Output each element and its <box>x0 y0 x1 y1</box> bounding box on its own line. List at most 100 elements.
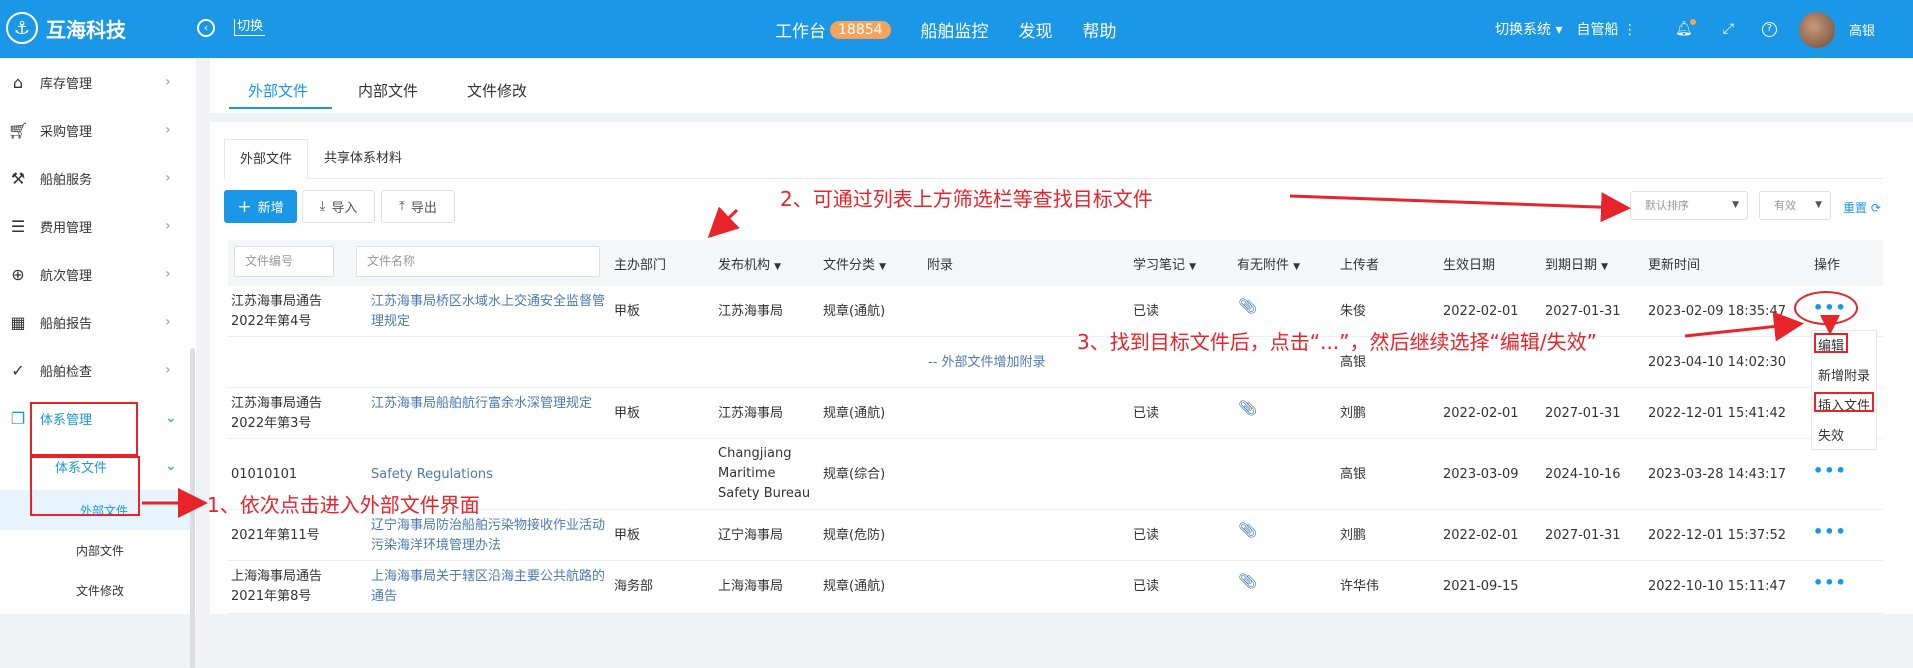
refresh-icon: ⟳ <box>1870 201 1881 215</box>
col-notes[interactable]: 学习笔记 ▼ <box>1133 254 1196 273</box>
user-name[interactable]: 高银 <box>1849 20 1875 39</box>
uploader: 刘鹏 <box>1340 528 1367 543</box>
uploader: 高银 <box>1340 467 1367 482</box>
col-category-label: 文件分类 <box>823 258 876 273</box>
org: 江苏海事局 <box>718 406 784 421</box>
file-name-link[interactable]: Safety Regulations <box>371 465 493 485</box>
bell-icon[interactable]: 🔔︎ <box>1675 19 1696 37</box>
updated-time: 2022-12-01 15:37:52 <box>1648 528 1787 543</box>
import-label: 导入 <box>331 201 358 216</box>
sort-select[interactable]: 默认排序 ▼ <box>1630 191 1748 220</box>
col-appendix: 附录 <box>927 258 954 273</box>
caret-down-icon: ▼ <box>1601 262 1609 272</box>
file-name-link[interactable]: 江苏海事局船舶航行富余水深管理规定 <box>371 394 607 414</box>
import-button[interactable]: ⤓ 导入 <box>302 190 375 223</box>
expiry-date: 2027-01-31 <box>1545 304 1621 319</box>
sidebar-item-expense[interactable]: ☰ 费用管理 › <box>0 202 190 250</box>
sidebar-scrollbar[interactable] <box>190 348 195 668</box>
paperclip-icon[interactable]: 📎︎ <box>1238 571 1257 591</box>
subtab-external-files[interactable]: 外部文件 <box>224 139 309 179</box>
paperclip-icon[interactable]: 📎︎ <box>1238 296 1257 316</box>
sidebar-item-ship-inspection[interactable]: ✓ 船舶检查 › <box>0 346 190 394</box>
reset-label: 重置 <box>1843 201 1868 215</box>
org: 江苏海事局 <box>718 304 784 319</box>
nav-workbench[interactable]: 工作台 18854 <box>775 17 891 42</box>
dept: 甲板 <box>614 528 641 543</box>
chevron-right-icon: › <box>165 122 171 138</box>
col-org-label: 发布机构 <box>718 258 771 273</box>
paperclip-icon[interactable]: 📎︎ <box>1238 520 1257 540</box>
table-row: 江苏海事局通告2022年第4号 江苏海事局桥区水域水上交通安全监督管理规定 甲板… <box>228 287 1883 337</box>
sidebar-item-label: 船舶检查 <box>40 364 93 380</box>
more-actions-icon[interactable]: ••• <box>1813 573 1847 593</box>
menu-invalidate[interactable]: 失效 <box>1818 425 1844 444</box>
export-button[interactable]: ⤒ 导出 <box>381 190 455 223</box>
workbench-badge: 18854 <box>830 20 891 39</box>
nav-help[interactable]: 帮助 <box>1083 17 1117 42</box>
updated-time: 2023-04-10 14:02:30 <box>1648 355 1787 370</box>
avatar[interactable] <box>1799 12 1835 48</box>
col-attachment[interactable]: 有无附件 ▼ <box>1237 254 1300 273</box>
more-actions-icon[interactable]: ••• <box>1813 522 1847 542</box>
annotation-step1: 1、依次点击进入外部文件界面 <box>207 493 480 517</box>
switch-button[interactable]: 切换 <box>234 19 266 36</box>
switch-system-label: 切换系统 <box>1495 22 1551 38</box>
switch-system-dropdown[interactable]: 切换系统 ▾ <box>1495 19 1562 39</box>
file-number-filter[interactable]: 文件编号 <box>234 246 334 277</box>
updated-time: 2022-12-01 15:41:42 <box>1648 406 1787 421</box>
active-tab-indicator <box>229 107 332 109</box>
updated-time: 2023-03-28 14:43:17 <box>1648 467 1787 482</box>
sidebar-item-purchase[interactable]: 🛒︎ 采购管理 › <box>0 106 190 154</box>
paperclip-icon[interactable]: 📎︎ <box>1238 398 1257 418</box>
sidebar-item-inventory[interactable]: ⌂ 库存管理 › <box>0 58 190 106</box>
sidebar-item-ship-service[interactable]: ⚒ 船舶服务 › <box>0 154 190 202</box>
brand-logo[interactable]: ⚓ 互海科技 <box>6 12 126 44</box>
more-actions-icon[interactable]: ••• <box>1813 461 1847 481</box>
sidebar-item-label: 费用管理 <box>40 220 93 236</box>
study-note: 已读 <box>1133 406 1160 421</box>
expiry-date: 2027-01-31 <box>1545 406 1621 421</box>
col-org[interactable]: 发布机构 ▼ <box>718 254 781 273</box>
sort-value: 默认排序 <box>1645 199 1689 212</box>
docs-icon: ❐ <box>10 408 26 428</box>
appendix-link[interactable]: -- 外部文件增加附录 <box>928 353 1046 373</box>
menu-add-appendix[interactable]: 新增附录 <box>1818 365 1870 384</box>
reset-button[interactable]: 重置 ⟳ <box>1843 199 1881 216</box>
back-circle-icon[interactable]: ‹ <box>197 19 215 37</box>
file-name-link[interactable]: 江苏海事局桥区水域水上交通安全监督管理规定 <box>371 292 607 332</box>
sidebar-sub-internal-files[interactable]: 内部文件 <box>0 530 190 570</box>
add-button[interactable]: + 新增 <box>224 190 297 223</box>
sidebar-sub-label: 文件修改 <box>76 583 125 598</box>
help-icon[interactable]: ? <box>1761 21 1777 37</box>
status-value: 有效 <box>1774 199 1796 212</box>
logo-icon: ⚓ <box>6 12 38 44</box>
nav-discover[interactable]: 发现 <box>1019 17 1053 42</box>
own-ship-menu[interactable]: 自管船 ⋮ <box>1576 19 1636 39</box>
dept: 海务部 <box>614 579 654 594</box>
status-select[interactable]: 有效 ▼ <box>1759 191 1831 220</box>
chevron-right-icon: › <box>165 362 171 378</box>
effective-date: 2022-02-01 <box>1443 304 1519 319</box>
annotation-circle-dots <box>1794 291 1858 325</box>
col-category[interactable]: 文件分类 ▼ <box>823 254 886 273</box>
sidebar-item-ship-report[interactable]: ▦ 船舶报告 › <box>0 298 190 346</box>
sidebar-sub-file-revision[interactable]: 文件修改 <box>0 570 190 610</box>
sidebar-item-voyage[interactable]: ⊕ 航次管理 › <box>0 250 190 298</box>
annotation-step3: 3、找到目标文件后，点击“...”，然后继续选择“编辑/失效” <box>1077 330 1597 354</box>
col-expiry-date[interactable]: 到期日期 ▼ <box>1545 254 1608 273</box>
file-name-link[interactable]: 上海海事局关于辖区沿海主要公共航路的通告 <box>371 567 607 607</box>
add-label: 新增 <box>257 201 284 216</box>
chevron-right-icon: › <box>165 218 171 234</box>
subtab-shared-materials[interactable]: 共享体系材料 <box>308 139 419 179</box>
nav-ship-monitor[interactable]: 船舶监控 <box>921 17 989 42</box>
tab-external-files[interactable]: 外部文件 <box>248 80 308 101</box>
fullscreen-icon[interactable]: ⤢ <box>1723 21 1734 37</box>
file-name-link[interactable]: 辽宁海事局防治船舶污染物接收作业活动污染海洋环境管理办法 <box>371 516 607 556</box>
tab-internal-files[interactable]: 内部文件 <box>358 80 418 101</box>
updated-time: 2023-02-09 18:35:47 <box>1648 304 1787 319</box>
check-circle-icon: ✓ <box>11 360 25 380</box>
file-name-filter[interactable]: 文件名称 <box>356 246 600 277</box>
export-icon: ⤒ <box>399 199 405 214</box>
tab-file-revision[interactable]: 文件修改 <box>467 80 527 101</box>
study-note: 已读 <box>1133 579 1160 594</box>
